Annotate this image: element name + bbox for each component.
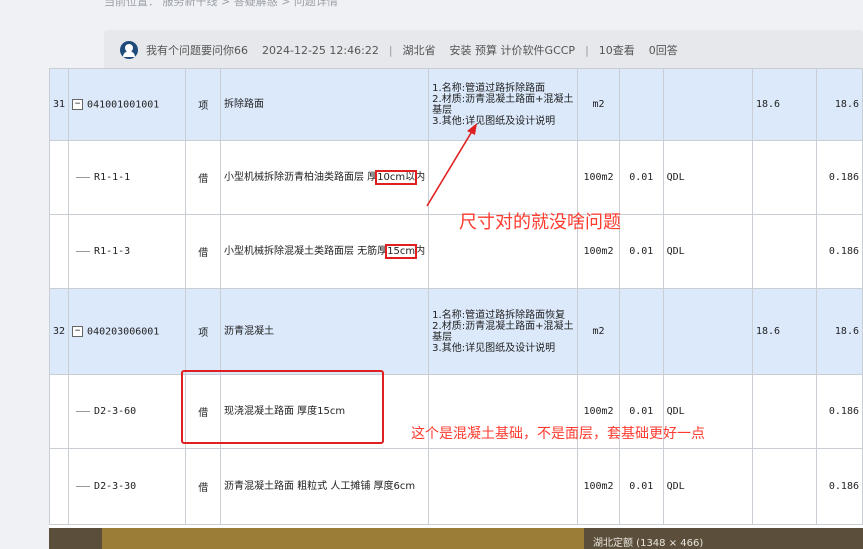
answer-count: 0回答 [648, 44, 678, 57]
annotation-arrow [426, 123, 477, 207]
question-region: 湖北省 [402, 44, 436, 57]
question-tags: 安装 预算 计价软件GCCP [449, 44, 576, 57]
user-avatar-icon [120, 41, 138, 59]
annotation-note-foundation: 这个是混凝土基础，不是面层，套基础更好一点 [411, 426, 705, 442]
annotation-note-size-ok: 尺寸对的就没啥问题 [459, 212, 621, 233]
asker-name[interactable]: 我有个问题要问你66 [146, 42, 248, 58]
question-datetime: 2024-12-25 12:46:22 [262, 43, 379, 57]
image-preview-footer [49, 528, 863, 549]
breadcrumb: 当前位置： 服务新干线 > 答疑解惑 > 问题详情 [104, 0, 338, 8]
page: 当前位置： 服务新干线 > 答疑解惑 > 问题详情 我有个问题要问你66 202… [0, 0, 863, 549]
attached-screenshot[interactable]: 31 −041001001001 项 拆除路面 1.名称:管道过路拆除路面 2.… [49, 68, 863, 528]
annotation-box [181, 370, 384, 444]
question-meta-bar: 我有个问题要问你66 2024-12-25 12:46:22 | 湖北省 安装 … [104, 30, 863, 70]
image-size-caption: 湖北定额 (1348 × 466) [593, 538, 704, 549]
separator: | [585, 43, 589, 57]
separator: | [388, 43, 393, 57]
view-count: 10查看 [598, 44, 635, 57]
